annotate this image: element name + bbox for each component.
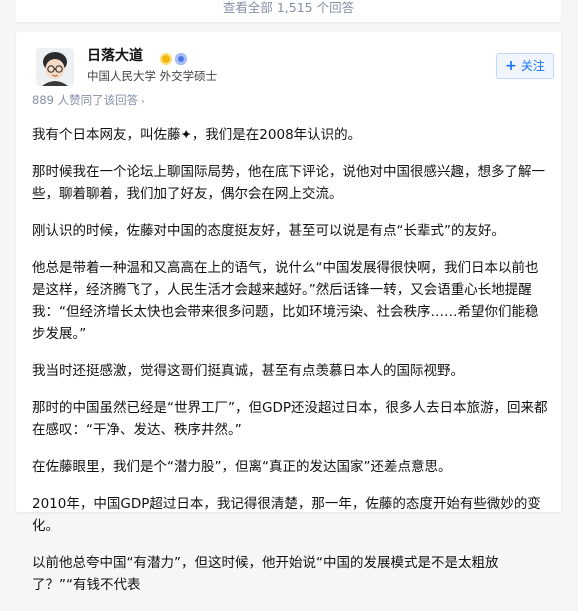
chevron-right-icon: ›: [141, 97, 145, 107]
upvote-count[interactable]: 889 人赞同了该回答 ›: [32, 92, 145, 110]
gold-badge-icon[interactable]: [160, 52, 172, 65]
answer-paragraph: 我有个日本网友，叫佐藤✦，我们是在2008年认识的。: [32, 127, 362, 143]
answer-paragraph: 他总是带着一种温和又高高在上的语气，说什么“中国发展得很快啊，我们日本以前也是这…: [32, 260, 539, 342]
answer-paragraph: 那时的中国虽然已经是“世界工厂”，但GDP还没超过日本，很多人去日本旅游，回来都…: [32, 400, 548, 438]
answer-paragraph: 2010年，中国GDP超过日本，我记得很清楚，那一年，佐藤的态度开始有些微妙的变…: [32, 496, 541, 534]
follow-button[interactable]: + 关注: [496, 53, 554, 79]
plus-icon: +: [505, 58, 517, 74]
answer-paragraph: 我当时还挺感激，觉得这哥们挺真诚，甚至有点羡慕日本人的国际视野。: [32, 363, 464, 379]
upvote-count-label: 889 人赞同了该回答: [32, 93, 139, 107]
author-badges: [160, 48, 190, 65]
answer-paragraph: 在佐藤眼里，我们是个“潜力股”，但离“真正的发达国家”还差点意思。: [32, 459, 452, 475]
follow-label: 关注: [520, 59, 545, 73]
avatar-image: [36, 48, 74, 86]
avatar[interactable]: [36, 48, 74, 86]
answer-paragraph: 刚认识的时候，佐藤对中国的态度挺友好，甚至可以说是有点“长辈式”的友好。: [32, 223, 505, 239]
more-answers-card: 查看全部 1,515 个回答: [16, 0, 561, 22]
answer-content: 我有个日本网友，叫佐藤✦，我们是在2008年认识的。 那时候我在一个论坛上聊国际…: [32, 124, 550, 611]
answer-paragraph: 那时候我在一个论坛上聊国际局势，他在底下评论，说他对中国很感兴趣，想多了解一些，…: [32, 164, 545, 202]
author-bio: 中国人民大学 外交学硕士: [87, 69, 218, 83]
view-all-answers-link[interactable]: 查看全部 1,515 个回答: [16, 0, 561, 18]
author-name[interactable]: 日落大道: [87, 46, 143, 66]
answer-paragraph: 以前他总夸中国“有潜力”，但这时候，他开始说“中国的发展模式是不是太粗放了？”“…: [32, 555, 499, 593]
blue-badge-icon[interactable]: [175, 52, 187, 65]
answer-card: 日落大道 中国人民大学 外交学硕士 + 关注 889 人赞同了该回答 › 我有个日本…: [16, 32, 561, 593]
